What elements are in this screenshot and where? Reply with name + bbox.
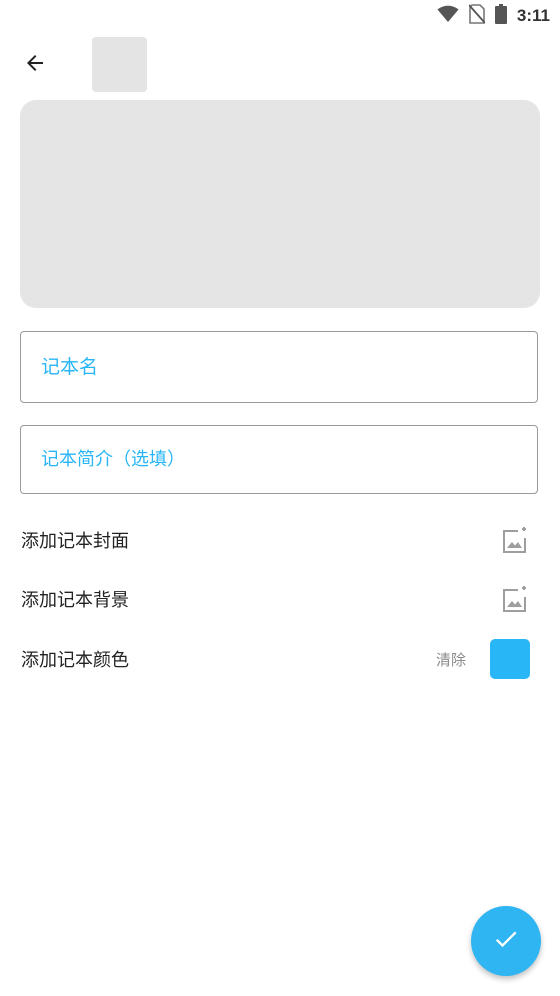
confirm-fab-button[interactable] [471, 906, 541, 976]
status-time: 3:11 [516, 6, 550, 25]
add-background-label: 添加记本背景 [21, 590, 129, 611]
add-image-icon[interactable] [500, 583, 532, 615]
add-cover-row[interactable]: 添加记本封面 [0, 512, 560, 568]
battery-icon [494, 4, 507, 28]
notebook-intro-input[interactable] [21, 426, 537, 493]
notebook-name-field[interactable] [20, 331, 538, 403]
status-icons: 3:11 [437, 4, 550, 28]
notebook-intro-field[interactable] [20, 425, 538, 494]
no-sim-icon [468, 4, 486, 28]
add-image-icon[interactable] [500, 524, 532, 556]
color-swatch[interactable] [490, 639, 530, 679]
edit-notebook-screen: 3:11 添加记本封面 添加记本背景 [0, 0, 560, 996]
add-color-row[interactable]: 添加记本颜色 清除 [0, 631, 560, 687]
status-bar: 3:11 [0, 0, 560, 30]
notebook-thumbnail[interactable] [92, 37, 147, 92]
clear-color-button[interactable]: 清除 [436, 649, 466, 670]
notebook-name-input[interactable] [21, 332, 537, 402]
wifi-icon [437, 5, 459, 27]
back-button[interactable] [14, 44, 56, 86]
check-icon [492, 925, 520, 957]
cover-preview[interactable] [20, 100, 540, 308]
add-background-row[interactable]: 添加记本背景 [0, 571, 560, 627]
arrow-left-icon [23, 51, 47, 79]
add-color-label: 添加记本颜色 [21, 650, 129, 671]
add-cover-label: 添加记本封面 [21, 531, 129, 552]
